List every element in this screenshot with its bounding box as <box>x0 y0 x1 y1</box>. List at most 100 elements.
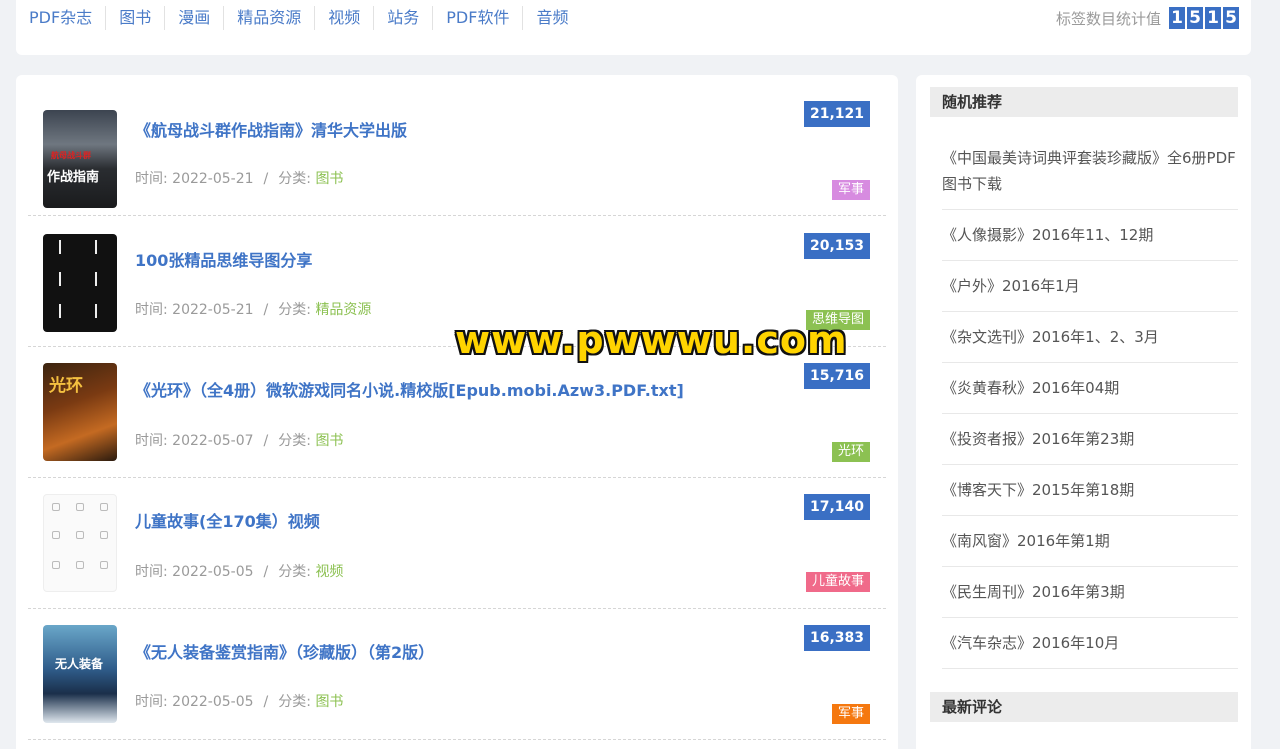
thumbnail-decor <box>76 531 84 539</box>
thumbnail-decor <box>100 531 108 539</box>
nav-item-premium-resources[interactable]: 精品资源 <box>224 6 316 30</box>
category-label: 分类: <box>278 694 316 710</box>
view-count-badge: 21,121 <box>803 101 870 127</box>
meta-separator: / <box>263 694 269 710</box>
latest-comments-heading: 最新评论 <box>930 692 1238 722</box>
post-date: 2022-05-21 <box>172 302 254 318</box>
nav-item-pdf-software[interactable]: PDF软件 <box>433 6 524 30</box>
recommend-link[interactable]: 《南风窗》2016年第1期 <box>942 516 1238 567</box>
post-thumbnail[interactable]: 无人装备 <box>43 625 117 723</box>
category-label: 分类: <box>278 302 316 318</box>
nav-item-comics[interactable]: 漫画 <box>165 6 225 30</box>
meta-separator: / <box>263 302 269 318</box>
time-label: 时间: <box>135 564 173 580</box>
category-label: 分类: <box>278 564 316 580</box>
post-date: 2022-05-05 <box>172 694 254 710</box>
post-meta: 时间: 2022-05-07 / 分类: 图书 <box>135 430 343 450</box>
post-item: 无人装备 《无人装备鉴赏指南》（珍藏版）（第2版） 时间: 2022-05-05… <box>28 609 886 740</box>
post-tag[interactable]: 军事 <box>831 180 870 200</box>
time-label: 时间: <box>135 302 173 318</box>
recommend-link[interactable]: 《中国最美诗词典评套装珍藏版》全6册PDF图书下载 <box>942 133 1238 210</box>
post-thumbnail[interactable]: 航母战斗群 作战指南 <box>43 110 117 208</box>
thumbnail-caption: 光环 <box>49 376 83 396</box>
meta-separator: / <box>263 564 269 580</box>
tag-count-digit: 1 <box>1169 7 1185 29</box>
post-category-link[interactable]: 图书 <box>315 433 343 449</box>
thumbnail-decor <box>59 240 61 254</box>
recommend-link[interactable]: 《杂文选刊》2016年1、2、3月 <box>942 312 1238 363</box>
post-date: 2022-05-21 <box>172 171 254 187</box>
post-meta: 时间: 2022-05-05 / 分类: 图书 <box>135 691 343 711</box>
view-count-badge: 20,153 <box>803 233 870 259</box>
tag-count-widget: 标签数目统计值 1 5 1 5 <box>1056 4 1239 32</box>
post-title[interactable]: 儿童故事(全170集）视频 <box>135 508 320 532</box>
site-watermark: www.pwwwu.com <box>455 318 848 362</box>
post-title[interactable]: 100张精品思维导图分享 <box>135 247 312 271</box>
post-thumbnail[interactable] <box>43 494 117 592</box>
post-date: 2022-05-07 <box>172 433 254 449</box>
tag-count-digit: 5 <box>1187 7 1203 29</box>
thumbnail-decor <box>95 240 97 254</box>
random-recommend-heading: 随机推荐 <box>930 87 1238 117</box>
post-thumbnail[interactable]: 光环 <box>43 363 117 461</box>
post-meta: 时间: 2022-05-21 / 分类: 精品资源 <box>135 299 371 319</box>
tag-count-digit: 5 <box>1223 7 1239 29</box>
post-item: 光环 《光环》（全4册）微软游戏同名小说.精校版[Epub.mobi.Azw3.… <box>28 347 886 478</box>
post-tag[interactable]: 儿童故事 <box>805 572 870 592</box>
thumbnail-decor <box>52 503 60 511</box>
post-category-link[interactable]: 精品资源 <box>315 302 371 318</box>
time-label: 时间: <box>135 171 173 187</box>
post-item: 航母战斗群 作战指南 《航母战斗群作战指南》清华大学出版 时间: 2022-05… <box>28 85 886 216</box>
post-item: 儿童故事(全170集）视频 时间: 2022-05-05 / 分类: 视频 17,1… <box>28 478 886 609</box>
top-nav: PDF杂志 图书 漫画 精品资源 视频 站务 PDF软件 音频 标签数目统计值 … <box>16 0 1251 55</box>
nav-item-video[interactable]: 视频 <box>315 6 375 30</box>
post-meta: 时间: 2022-05-05 / 分类: 视频 <box>135 561 343 581</box>
thumbnail-decor <box>76 561 84 569</box>
thumbnail-caption: 作战指南 <box>47 170 100 185</box>
category-label: 分类: <box>278 171 316 187</box>
thumbnail-caption: 无人装备 <box>55 657 104 671</box>
post-category-link[interactable]: 视频 <box>315 564 343 580</box>
thumbnail-decor <box>76 503 84 511</box>
view-count-badge: 16,383 <box>803 625 870 651</box>
recommend-link[interactable]: 《炎黄春秋》2016年04期 <box>942 363 1238 414</box>
random-recommend-list: 《中国最美诗词典评套装珍藏版》全6册PDF图书下载 《人像摄影》2016年11、… <box>942 133 1238 669</box>
post-meta: 时间: 2022-05-21 / 分类: 图书 <box>135 168 343 188</box>
nav-item-pdf-magazine[interactable]: PDF杂志 <box>16 6 107 30</box>
post-category-link[interactable]: 图书 <box>315 694 343 710</box>
post-title[interactable]: 《光环》（全4册）微软游戏同名小说.精校版[Epub.mobi.Azw3.PDF… <box>135 377 684 401</box>
nav-item-books[interactable]: 图书 <box>106 6 166 30</box>
nav-item-site-affairs[interactable]: 站务 <box>374 6 434 30</box>
recommend-link[interactable]: 《投资者报》2016年第23期 <box>942 414 1238 465</box>
time-label: 时间: <box>135 433 173 449</box>
tag-count-digit: 1 <box>1205 7 1221 29</box>
thumbnail-decor <box>59 272 61 286</box>
recommend-link[interactable]: 《汽车杂志》2016年10月 <box>942 618 1238 669</box>
thumbnail-decor <box>52 531 60 539</box>
thumbnail-caption: 航母战斗群 <box>51 151 91 160</box>
thumbnail-decor <box>95 304 97 318</box>
sidebar: 随机推荐 《中国最美诗词典评套装珍藏版》全6册PDF图书下载 《人像摄影》201… <box>916 75 1251 749</box>
recommend-link[interactable]: 《民生周刊》2016年第3期 <box>942 567 1238 618</box>
view-count-badge: 15,716 <box>803 363 870 389</box>
nav-item-audio[interactable]: 音频 <box>523 6 581 30</box>
thumbnail-decor <box>95 272 97 286</box>
post-title[interactable]: 《航母战斗群作战指南》清华大学出版 <box>135 117 407 141</box>
recommend-link[interactable]: 《博客天下》2015年第18期 <box>942 465 1238 516</box>
post-thumbnail[interactable] <box>43 234 117 332</box>
recommend-link[interactable]: 《户外》2016年1月 <box>942 261 1238 312</box>
meta-separator: / <box>263 433 269 449</box>
recommend-link[interactable]: 《人像摄影》2016年11、12期 <box>942 210 1238 261</box>
category-label: 分类: <box>278 433 316 449</box>
tag-count-label: 标签数目统计值 <box>1055 9 1161 28</box>
time-label: 时间: <box>135 694 173 710</box>
post-tag[interactable]: 军事 <box>831 704 870 724</box>
thumbnail-decor <box>59 304 61 318</box>
post-category-link[interactable]: 图书 <box>315 171 343 187</box>
thumbnail-decor <box>100 561 108 569</box>
thumbnail-decor <box>100 503 108 511</box>
post-tag[interactable]: 光环 <box>831 442 870 462</box>
post-title[interactable]: 《无人装备鉴赏指南》（珍藏版）（第2版） <box>135 639 434 663</box>
meta-separator: / <box>263 171 269 187</box>
thumbnail-decor <box>52 561 60 569</box>
